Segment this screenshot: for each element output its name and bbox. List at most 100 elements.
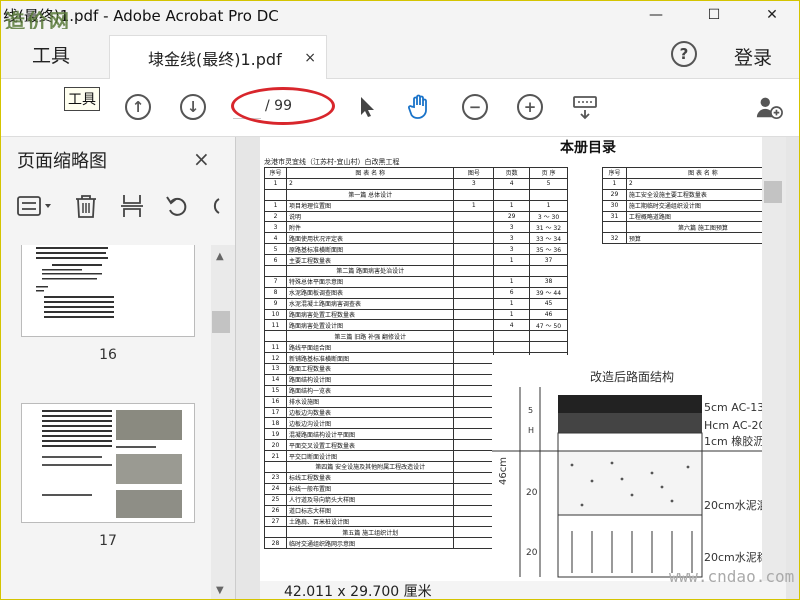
thumbnail-panel-close-button[interactable]: × [193,147,210,171]
table-cell: 1 [493,297,531,310]
thumbnail-scrollbar[interactable]: ▲ ▼ [211,245,235,599]
table-cell: 1 [264,177,287,190]
arrow-down-icon: ↓ [180,94,206,120]
maximize-button[interactable]: ☐ [685,1,743,29]
table-cell: 平交口断面设计图 [285,450,455,463]
table-cell [453,406,495,419]
table-row: 第三篇 旧路 补强 翻修设计 [264,330,568,343]
table-cell [453,395,495,408]
table-cell: 标线一般布置图 [285,482,455,495]
table-cell: 27 [264,515,287,528]
help-icon[interactable]: ? [671,41,697,67]
table-cell [264,461,287,473]
document-scrollbar[interactable] [762,137,786,581]
close-window-button[interactable]: ✕ [743,1,799,29]
table-cell: 附件 [285,221,455,234]
table-cell: 主要工程数量表 [285,254,455,267]
table-row: 5 原路基标准横断面图 3 35 ～ 36 [264,243,568,256]
table-cell: 路面结构设计图 [285,373,455,386]
table-row: 30 施工期临时交通组织设计图 [602,199,780,212]
thumbnail-options-button[interactable] [17,195,53,222]
table-cell: 4 [493,319,531,332]
table-cell [453,363,495,375]
table-cell: 24 [264,482,287,495]
zoom-out-button[interactable]: − [461,93,489,121]
table-cell: 11 [264,319,287,332]
watermark-url: www.cndao.com [669,567,795,586]
dimension-1: 5 [528,406,533,415]
table-cell: 9 [264,297,287,310]
keyboard-tool-button[interactable] [571,93,599,121]
prev-page-button[interactable]: ↑ [124,93,152,121]
zoom-in-button[interactable]: + [516,93,544,121]
toc-table-right: 序号图 表 名 称 1 2 29 施工安全设施主要工程数量表 30 施工期临时交通组织设计图… [602,167,780,245]
table-row: 第二篇 路面病害处治设计 [264,265,568,277]
select-tool-button[interactable] [353,93,381,121]
thumbnail-label: 16 [99,347,117,363]
add-user-button[interactable] [755,93,783,121]
scroll-up-icon[interactable]: ▲ [216,251,224,262]
next-page-button[interactable]: ↓ [179,93,207,121]
tab-document[interactable]: 埭金线(最终)1.pdf × [109,35,327,79]
table-cell: 排水设施图 [285,395,455,408]
page-thumbnail[interactable] [21,403,195,523]
table-row: 32 预算 [602,232,780,245]
minimize-button[interactable]: — [627,1,685,29]
table-cell: 工程概略道路图 [625,210,780,223]
table-cell: 第二篇 路面病害处治设计 [285,265,455,277]
table-cell: 预算 [625,232,780,245]
toc-header-cell: 序号 [602,167,627,179]
maximize-icon: ☐ [707,7,721,23]
table-cell [453,493,495,506]
table-row: 2 说明 29 3 ～ 30 [264,210,568,223]
page-subtitle: 龙港市灵宜线（江苏村-宜山村）白改黑工程 [264,158,400,166]
table-cell: 2 [625,177,780,190]
thumbnail-scroll-thumb[interactable] [212,311,230,333]
table-cell: 17 [264,406,287,419]
pdf-page: 本册目录 龙港市灵宜线（江苏村-宜山村）白改黑工程 序号图 表 名 称图号 页数页… [260,137,780,581]
table-cell [453,504,495,517]
table-cell [529,341,568,354]
hand-tool-button[interactable] [406,93,434,121]
table-cell: 第四篇 安全设施及其他附属工程改造设计 [285,461,455,473]
tab-close-button[interactable]: × [304,50,316,66]
tab-tools[interactable]: 工具 [1,29,101,79]
table-cell: 1 [493,199,531,212]
toc-header-cell: 页数 [493,167,531,179]
table-cell: 33 ～ 34 [529,232,568,245]
table-cell: 1 [602,177,627,190]
add-user-icon [756,97,783,120]
table-cell: 第三篇 旧路 补强 翻修设计 [285,330,455,343]
table-cell: 人行道及导向箭头大样图 [285,493,455,506]
rotate-counterclockwise-button[interactable] [165,193,191,224]
table-cell: 路面病害处置工程数量表 [285,308,455,321]
table-cell [453,254,495,267]
table-cell: 3 [493,221,531,234]
rotate-clockwise-button[interactable] [211,193,221,224]
table-cell: 31 [602,210,627,223]
page-thumbnail[interactable] [21,245,195,337]
table-cell: 38 [529,275,568,288]
table-cell: 21 [264,450,287,463]
table-cell: 45 [529,297,568,310]
split-page-icon [121,194,143,217]
table-row: 6 主要工程数量表 1 37 [264,254,568,267]
extract-page-button[interactable] [119,193,145,224]
table-cell: 11 [264,341,287,354]
table-cell: 14 [264,373,287,386]
table-cell [602,221,627,234]
table-cell [453,221,495,234]
delete-page-button[interactable] [73,193,99,224]
hand-icon [408,94,427,119]
table-cell: 混凝路面结构设计平面图 [285,428,455,441]
table-cell [453,428,495,441]
scroll-down-icon[interactable]: ▼ [216,585,224,596]
table-row: 8 水泥路面板调查图表 6 39 ～ 44 [264,286,568,299]
table-cell: 临时交通组织路网示意图 [285,537,455,550]
page-thumbnail-preview [36,247,114,318]
login-button[interactable]: 登录 [734,43,772,70]
document-scroll-thumb[interactable] [764,181,782,203]
table-row: 11 路线平面组合图 [264,341,568,354]
table-cell [453,265,495,277]
table-cell: 第一篇 总体设计 [285,188,455,201]
